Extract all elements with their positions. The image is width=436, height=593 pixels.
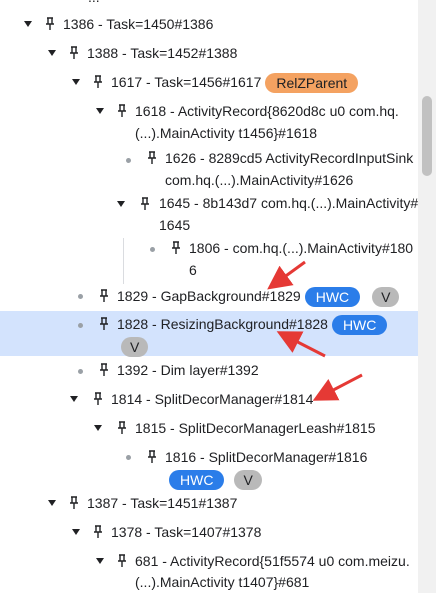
visible-chip: V (372, 287, 400, 308)
pin-icon (46, 17, 54, 30)
tree-row[interactable]: 1386 - Task=1450#1386 (0, 10, 418, 38)
tree-row[interactable]: 1814 - SplitDecorManager#1814 (0, 386, 418, 414)
tree-row-label: 1387 - Task=1451#1387 (87, 495, 238, 511)
pin-icon (100, 317, 108, 330)
pin-icon (148, 151, 156, 164)
dot-icon (77, 293, 83, 299)
tree-row-label: 1618 - ActivityRecord{8620d8c u0 com.hq. (135, 103, 399, 119)
tree-row-label: 1388 - Task=1452#1388 (87, 45, 238, 61)
triangle-down-icon (48, 500, 56, 506)
pin-icon (118, 104, 126, 117)
tree-row-label: 1626 - 8289cd5 ActivityRecordInputSink (165, 150, 414, 166)
relz-parent-chip: RelZParent (265, 73, 359, 94)
expand-toggle[interactable] (94, 105, 106, 117)
hwc-chip: HWC (169, 470, 225, 491)
expand-toggle[interactable] (46, 497, 58, 509)
visible-chip: V (121, 337, 149, 358)
visible-chip: V (234, 470, 262, 491)
hierarchy-tree: ... 1386 - Task=1450#1386 1388 - Task=14… (0, 0, 436, 593)
pin-icon (172, 241, 180, 254)
tree-row[interactable]: 1626 - 8289cd5 ActivityRecordInputSink c… (0, 146, 418, 194)
tree-row-label: 1816 - SplitDecorManager#1816 (165, 449, 368, 465)
tree-row-label: 1378 - Task=1407#1378 (111, 524, 262, 540)
tree-row-label: 1815 - SplitDecorManagerLeash#1815 (135, 420, 376, 436)
hwc-chip: HWC (304, 287, 361, 308)
tree-row[interactable]: 1815 - SplitDecorManagerLeash#1815 (0, 415, 418, 443)
triangle-down-icon (70, 396, 78, 402)
tree-row[interactable]: 1617 - Task=1456#1617 RelZParent (0, 68, 418, 96)
tree-row[interactable]: 1392 - Dim layer#1392 (0, 357, 418, 385)
tree-row-label: 1386 - Task=1450#1386 (63, 16, 214, 32)
hwc-chip: HWC (331, 315, 388, 336)
tree-row[interactable]: 1806 - com.hq.(...).MainActivity#180 6 (0, 237, 418, 283)
triangle-down-icon (48, 50, 56, 56)
pin-icon (100, 289, 108, 302)
pin-icon (94, 525, 102, 538)
expand-toggle[interactable] (70, 526, 82, 538)
tree-row-label: 1828 - ResizingBackground#1828 HWC (117, 313, 388, 336)
pin-icon (148, 450, 156, 463)
leaf-marker (146, 243, 158, 255)
tree-row-label-cont: com.hq.(...).MainActivity#1626 (165, 172, 354, 188)
tree-row-label-cont: 6 (189, 262, 197, 278)
leaf-marker (74, 319, 86, 331)
triangle-down-icon (96, 558, 104, 564)
pin-icon (70, 496, 78, 509)
dot-icon (77, 368, 83, 374)
tree-row[interactable]: 1618 - ActivityRecord{8620d8c u0 com.hq.… (0, 97, 418, 145)
expand-toggle[interactable] (92, 422, 104, 434)
tree-row[interactable]: 1816 - SplitDecorManager#1816 HWC V (0, 444, 418, 491)
tree-row[interactable]: 1645 - 8b143d7 com.hq.(...).MainActivity… (0, 192, 418, 238)
triangle-down-icon (117, 201, 125, 207)
triangle-down-icon (96, 108, 104, 114)
leaf-marker (74, 365, 86, 377)
tree-row-label-cont: (...).MainActivity t1456}#1618 (135, 125, 318, 141)
vertical-scrollbar[interactable] (418, 0, 436, 593)
expand-toggle[interactable] (94, 555, 106, 567)
tree-row-label-cont: (...).MainActivity t1407}#681 (135, 574, 310, 590)
tree-row-label: 1392 - Dim layer#1392 (117, 362, 259, 378)
triangle-down-icon (72, 529, 80, 535)
pin-icon (94, 392, 102, 405)
expand-toggle[interactable] (68, 393, 80, 405)
expand-toggle[interactable] (115, 198, 127, 210)
tree-row-label: 1617 - Task=1456#1617 RelZParent (111, 71, 359, 94)
pin-icon (94, 75, 102, 88)
pin-icon (70, 46, 78, 59)
pin-icon (118, 554, 126, 567)
tree-row[interactable]: 1829 - GapBackground#1829 HWC V (0, 282, 418, 310)
leaf-marker (122, 154, 134, 166)
tree-row-chip-line: HWC V (165, 468, 262, 491)
pin-icon (141, 197, 149, 210)
expand-toggle[interactable] (22, 18, 34, 30)
pin-icon (118, 421, 126, 434)
expand-toggle[interactable] (70, 76, 82, 88)
leaf-marker (122, 451, 134, 463)
tree-row[interactable]: 1388 - Task=1452#1388 (0, 39, 418, 67)
expand-toggle[interactable] (46, 47, 58, 59)
pin-icon (100, 363, 108, 376)
tree-row-label: 1829 - GapBackground#1829 HWC V (117, 285, 400, 308)
tree-row[interactable]: 1378 - Task=1407#1378 (0, 518, 418, 546)
tree-row-selected[interactable]: 1828 - ResizingBackground#1828 HWC V (0, 311, 418, 358)
dot-icon (149, 246, 155, 252)
scrollbar-thumb[interactable] (422, 96, 432, 176)
tree-row[interactable]: 681 - ActivityRecord{51f5574 u0 com.meiz… (0, 547, 418, 593)
dot-icon (125, 454, 131, 460)
tree-row-label: 1806 - com.hq.(...).MainActivity#180 (189, 240, 414, 256)
tree-row-label: 1814 - SplitDecorManager#1814 (111, 391, 314, 407)
tree-row-label: 681 - ActivityRecord{51f5574 u0 com.meiz… (135, 553, 410, 569)
dot-icon (125, 157, 131, 163)
dot-icon (77, 322, 83, 328)
tree-row-label: 1645 - 8b143d7 com.hq.(...).MainActivity… (159, 195, 419, 211)
triangle-down-icon (94, 425, 102, 431)
tree-row-label-cont: 1645 (159, 217, 191, 233)
triangle-down-icon (72, 79, 80, 85)
tree-row-chip-line: V (117, 335, 149, 358)
tree-row-partial[interactable]: ... (0, 0, 418, 8)
tree-row[interactable]: 1387 - Task=1451#1387 (0, 489, 418, 517)
triangle-down-icon (24, 21, 32, 27)
tree-row-label: ... (88, 0, 100, 8)
leaf-marker (74, 290, 86, 302)
